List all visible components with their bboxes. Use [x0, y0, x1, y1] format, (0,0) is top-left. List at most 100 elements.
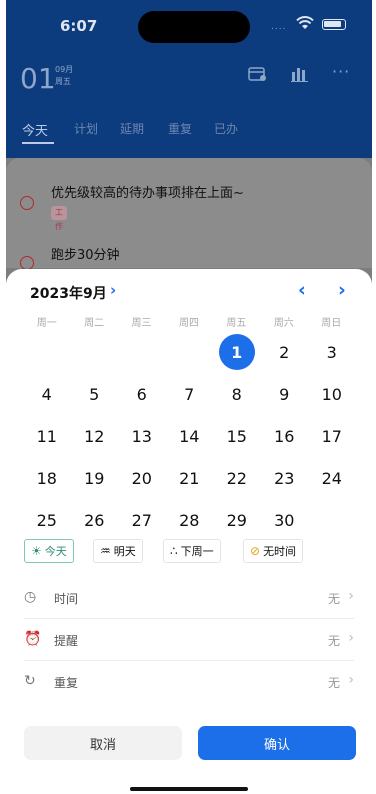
- calendar-day-number: 10: [321, 384, 342, 404]
- quick-no-time-button[interactable]: ⊘ 无时间: [243, 539, 304, 563]
- calendar-day-number: 30: [274, 510, 295, 530]
- calendar-day[interactable]: 27: [118, 499, 166, 541]
- calendar-day-number: 25: [36, 510, 57, 530]
- calendar-day-number: 1: [218, 334, 255, 370]
- calendar-day-number: 24: [321, 468, 342, 488]
- sunrise-icon: ♒: [100, 544, 111, 558]
- weekday-label: 周日: [321, 318, 342, 329]
- calendar-day[interactable]: 19: [71, 457, 119, 499]
- calendar-day[interactable]: 4: [23, 373, 71, 415]
- confirm-button[interactable]: 确认: [198, 726, 356, 760]
- calendar-day-number: 5: [89, 384, 100, 404]
- task-title: 优先级较高的待办事项排在上面~: [51, 186, 244, 201]
- chevron-right-icon: ›: [348, 630, 354, 646]
- header-month-weekday: 09月 周五: [55, 64, 73, 88]
- header-weekday: 周五: [55, 77, 71, 86]
- chevron-right-icon: ›: [348, 672, 354, 688]
- calendar-day-number: 3: [326, 342, 337, 362]
- calendar-day-number: 7: [184, 384, 195, 404]
- calendar-blank: [166, 331, 214, 373]
- calendar-day[interactable]: 5: [71, 373, 119, 415]
- calendar-day[interactable]: 29: [213, 499, 261, 541]
- calendar-blank: [118, 331, 166, 373]
- calendar-day[interactable]: 3: [308, 331, 356, 373]
- calendar-day[interactable]: 18: [23, 457, 71, 499]
- chevron-right-icon: ›: [348, 588, 354, 604]
- weekday-label: 周四: [178, 318, 199, 329]
- status-bar: 6:07 ....: [6, 0, 372, 52]
- calendar-day-number: 9: [279, 384, 290, 404]
- calendar-day[interactable]: 2: [261, 331, 309, 373]
- quick-next-monday-button[interactable]: ∴ 下周一: [163, 539, 221, 563]
- bar-chart-icon[interactable]: [291, 66, 309, 86]
- calendar-day[interactable]: 14: [166, 415, 214, 457]
- chevron-right-icon[interactable]: ›: [110, 281, 116, 299]
- calendar-day-number: 8: [231, 384, 242, 404]
- calendar-day-number: 17: [321, 426, 342, 446]
- repeat-option-row[interactable]: ↻ 重复 无 ›: [24, 661, 354, 703]
- calendar-day[interactable]: 17: [308, 415, 356, 457]
- quick-label: 今天: [44, 545, 67, 558]
- status-time: 6:07: [60, 17, 98, 35]
- tab-today[interactable]: 今天: [22, 120, 48, 139]
- prev-month-button[interactable]: ‹: [298, 279, 306, 301]
- task-checkbox[interactable]: [20, 196, 34, 210]
- calendar-day-number: 21: [179, 468, 200, 488]
- calendar-blank: [23, 331, 71, 373]
- quick-label: 下周一: [180, 545, 214, 558]
- calendar-day-number: 4: [41, 384, 52, 404]
- home-indicator: [130, 787, 248, 791]
- calendar-search-icon[interactable]: [248, 66, 268, 86]
- calendar-day-number: 20: [131, 468, 152, 488]
- calendar-day[interactable]: 26: [71, 499, 119, 541]
- calendar-day[interactable]: 21: [166, 457, 214, 499]
- calendar-day[interactable]: 20: [118, 457, 166, 499]
- calendar-day-number: 19: [84, 468, 105, 488]
- clock-icon: ◷: [24, 589, 37, 605]
- calendar-day-number: 26: [84, 510, 105, 530]
- dynamic-island: [138, 11, 250, 43]
- header-month: 09月: [55, 65, 74, 74]
- task-checkbox[interactable]: [20, 256, 34, 270]
- quick-tomorrow-button[interactable]: ♒ 明天: [93, 539, 143, 563]
- calendar-day[interactable]: 13: [118, 415, 166, 457]
- calendar-day-selected[interactable]: 1: [213, 331, 261, 373]
- calendar-day-number: 15: [226, 426, 247, 446]
- calendar-day[interactable]: 12: [71, 415, 119, 457]
- cancel-button[interactable]: 取消: [24, 726, 182, 760]
- calendar-day[interactable]: 9: [261, 373, 309, 415]
- option-value: 无: [327, 676, 340, 690]
- calendar-day[interactable]: 8: [213, 373, 261, 415]
- calendar-day[interactable]: 10: [308, 373, 356, 415]
- calendar-day-number: 14: [179, 426, 200, 446]
- calendar-day-number: 2: [279, 342, 290, 362]
- calendar-day[interactable]: 7: [166, 373, 214, 415]
- reminder-option-row[interactable]: ⏰ 提醒 无 ›: [24, 619, 354, 661]
- tab-plan[interactable]: 计划: [74, 120, 98, 137]
- quick-today-button[interactable]: ☀ 今天: [24, 539, 74, 563]
- calendar-day[interactable]: 6: [118, 373, 166, 415]
- calendar-day[interactable]: 28: [166, 499, 214, 541]
- tab-delayed[interactable]: 延期: [120, 120, 144, 137]
- weekday-label: 周二: [84, 318, 105, 329]
- date-header: 01 09月 周五 ···: [6, 58, 372, 98]
- quick-label: 无时间: [263, 545, 297, 558]
- calendar-day[interactable]: 23: [261, 457, 309, 499]
- calendar-day[interactable]: 16: [261, 415, 309, 457]
- month-label[interactable]: 2023年9月: [30, 283, 107, 303]
- calendar-grid: 1 2 3 4 5 6 7 8 9 10 11 12 13 14 15 16 17 18 19 20 21 22 23 24 2…: [23, 331, 355, 541]
- calendar-day[interactable]: 15: [213, 415, 261, 457]
- more-icon[interactable]: ···: [332, 62, 350, 81]
- calendar-day[interactable]: 11: [23, 415, 71, 457]
- tab-repeat[interactable]: 重复: [168, 120, 192, 137]
- time-option-row[interactable]: ◷ 时间 无 ›: [24, 577, 354, 619]
- calendar-day[interactable]: 30: [261, 499, 309, 541]
- calendar-day[interactable]: 24: [308, 457, 356, 499]
- calendar-day[interactable]: 22: [213, 457, 261, 499]
- calendar-day-number: 18: [36, 468, 57, 488]
- option-label: 重复: [54, 676, 79, 690]
- calendar-day[interactable]: 25: [23, 499, 71, 541]
- next-month-button[interactable]: ›: [338, 279, 346, 301]
- calendar-day-number: 29: [226, 510, 247, 530]
- tab-done[interactable]: 已办: [214, 120, 238, 137]
